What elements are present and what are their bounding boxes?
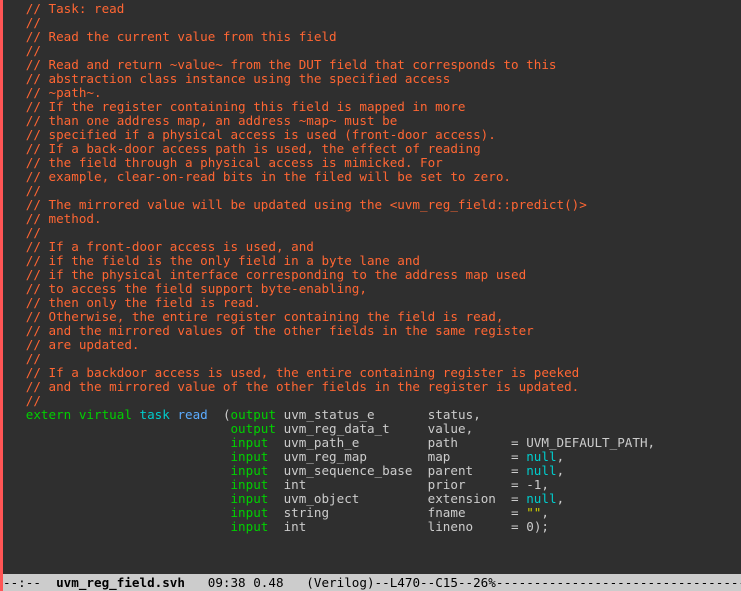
code-line: input uvm_path_e path = UVM_DEFAULT_PATH… (3, 436, 741, 450)
code-line: extern virtual task read (output uvm_sta… (3, 408, 741, 422)
editor-frame: // Task: read // // Read the current val… (0, 0, 741, 591)
code-line: // The mirrored value will be updated us… (3, 198, 741, 212)
code-line: input int lineno = 0); (3, 520, 741, 534)
code-line: // ~path~. (3, 86, 741, 100)
code-line: // (3, 226, 741, 240)
code-line: // and the mirrored values of the other … (3, 324, 741, 338)
code-line: // to access the field support byte-enab… (3, 282, 741, 296)
code-line: input int prior = -1, (3, 478, 741, 492)
mode-line-prefix: --:-- (3, 574, 56, 591)
code-line: // are updated. (3, 338, 741, 352)
code-line: // then only the field is read. (3, 296, 741, 310)
code-line: // (3, 184, 741, 198)
code-line: // (3, 16, 741, 30)
code-line: // Read the current value from this fiel… (3, 30, 741, 44)
code-line: // If the register containing this field… (3, 100, 741, 114)
code-line: // (3, 44, 741, 58)
code-line: // if the field is the only field in a b… (3, 254, 741, 268)
code-line: // If a back-door access path is used, t… (3, 142, 741, 156)
code-line: // if the physical interface correspondi… (3, 268, 741, 282)
code-line: // the field through a physical access i… (3, 156, 741, 170)
code-line: // Read and return ~value~ from the DUT … (3, 58, 741, 72)
text-area[interactable]: // Task: read // // Read the current val… (3, 0, 741, 574)
code-line: // example, clear-on-read bits in the fi… (3, 170, 741, 184)
code-line: input uvm_sequence_base parent = null, (3, 464, 741, 478)
code-line: output uvm_reg_data_t value, (3, 422, 741, 436)
mode-line-buffer-name: uvm_reg_field.svh (56, 574, 185, 591)
code-line: // If a backdoor access is used, the ent… (3, 366, 741, 380)
mode-line-fill: ----------------------------------------… (496, 574, 741, 591)
code-line: input string fname = "", (3, 506, 741, 520)
code-line: input uvm_reg_map map = null, (3, 450, 741, 464)
code-line: // specified if a physical access is use… (3, 128, 741, 142)
code-line: // method. (3, 212, 741, 226)
code-line: // abstraction class instance using the … (3, 72, 741, 86)
code-line: // Otherwise, the entire register contai… (3, 310, 741, 324)
code-line: // Task: read (3, 2, 741, 16)
mode-line: --:-- uvm_reg_field.svh 09:38 0.48 (Veri… (3, 574, 741, 591)
code-line: // (3, 394, 741, 408)
code-line: // If a front-door access is used, and (3, 240, 741, 254)
code-line: // (3, 352, 741, 366)
editor-wrap: // Task: read // // Read the current val… (3, 0, 741, 591)
code-line: // than one address map, an address ~map… (3, 114, 741, 128)
mode-line-status: 09:38 0.48 (Verilog)--L470--C15--26% (185, 574, 496, 591)
code-line: // and the mirrored value of the other f… (3, 380, 741, 394)
code-line: input uvm_object extension = null, (3, 492, 741, 506)
